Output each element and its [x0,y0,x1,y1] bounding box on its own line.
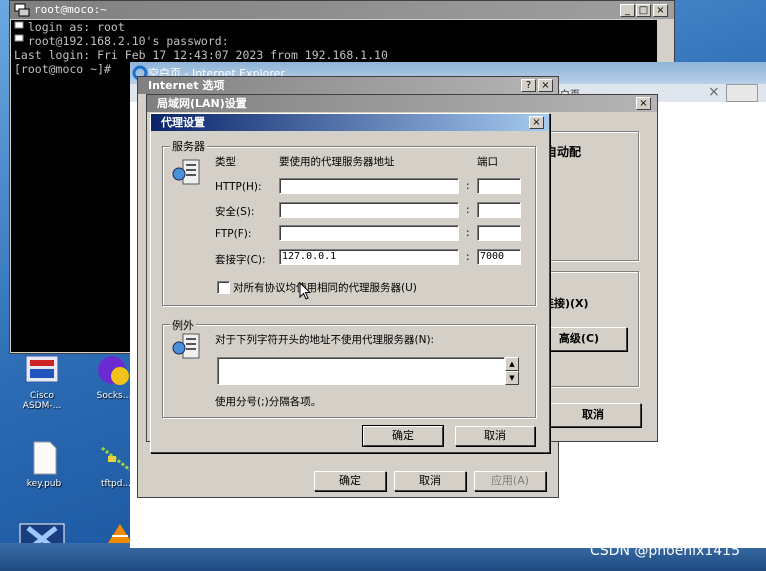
same-proxy-checkbox[interactable] [217,281,230,294]
cancel-button[interactable]: 取消 [394,471,466,491]
servers-group-legend: 服务器 [170,138,207,154]
exceptions-hint: 使用分号(;)分隔各项。 [215,396,322,408]
secure-address-input[interactable] [279,202,459,218]
colon-separator: : [466,204,470,216]
port-column-header: 端口 [477,156,498,168]
apply-button[interactable]: 应用(A) [474,471,546,491]
putty-icon [14,3,30,17]
ftp-port-input[interactable] [477,225,521,241]
type-column-header: 类型 [215,156,236,168]
desktop-icon-cisco[interactable]: Cisco ASDM-... [14,352,70,411]
proxy-settings-title: 代理设置 [161,116,205,129]
lan-settings-titlebar[interactable]: 局域网(LAN)设置 [147,95,657,112]
desktop-icon-label: key.pub [26,479,62,489]
close-button[interactable]: × [653,4,668,17]
proxy-settings-dialog[interactable]: 代理设置 × 服务器 类型 要使用的代理服务器地址 端口 HTTP(H): : … [150,113,550,453]
exceptions-scrollbar[interactable]: ▲ ▼ [505,357,519,385]
mouse-cursor-icon [299,282,312,300]
socks-address-input[interactable]: 127.0.0.1 [279,249,459,265]
close-button[interactable]: × [538,79,553,92]
auto-config-label: 自动配 [545,145,582,159]
colon-separator: : [466,251,470,263]
terminal-line: login as: root [14,20,125,34]
exceptions-description: 对于下列字符开头的地址不使用代理服务器(N): [215,334,435,346]
proxy-settings-titlebar[interactable]: 代理设置 [151,114,549,131]
file-icon [33,441,57,475]
network-computer-icon [172,159,200,185]
secure-label: 安全(S): [215,206,255,218]
ok-button[interactable]: 确定 [314,471,386,491]
terminal-line: root@192.168.2.10's password: [14,34,229,48]
exceptions-input[interactable] [217,357,505,385]
address-column-header: 要使用的代理服务器地址 [279,156,395,168]
terminal-line: Last login: Fri Feb 17 12:43:07 2023 fro… [14,48,388,62]
ie-new-tab-button[interactable] [726,84,758,102]
putty-small-icon [14,21,24,42]
help-button[interactable]: ? [521,79,536,92]
terminal-titlebar[interactable]: root@moco:~ _ □ × [10,1,674,19]
colon-separator: : [466,227,470,239]
scroll-down-icon[interactable]: ▼ [505,371,519,385]
http-address-input[interactable] [279,178,459,194]
http-port-input[interactable] [477,178,521,194]
ie-tab-close-icon[interactable]: × [708,84,720,100]
minimize-button[interactable]: _ [620,4,635,17]
scroll-up-icon[interactable]: ▲ [505,357,519,371]
lan-settings-title: 局域网(LAN)设置 [157,97,247,110]
socks-label: 套接字(C): [215,254,266,266]
ftp-address-input[interactable] [279,225,459,241]
network-computer-icon [172,333,200,359]
secure-port-input[interactable] [477,202,521,218]
http-label: HTTP(H): [215,181,262,193]
desktop-icon-label: Cisco ASDM-... [22,391,62,411]
cancel-button[interactable]: 取消 [455,426,535,446]
same-proxy-label[interactable]: 对所有协议均使用相同的代理服务器(U) [233,280,417,295]
maximize-button[interactable]: □ [636,4,651,17]
socks-port-input[interactable]: 7000 [477,249,521,265]
close-button[interactable]: × [529,116,544,129]
cisco-app-icon [25,355,59,383]
internet-options-titlebar[interactable]: Internet 选项 [138,77,558,94]
close-button[interactable]: × [636,97,651,110]
desktop-icon-keypub[interactable]: key.pub [16,440,72,489]
exceptions-group-legend: 例外 [170,317,196,333]
cancel-button[interactable]: 取消 [545,403,641,427]
terminal-title: root@moco:~ [34,3,107,16]
ok-button[interactable]: 确定 [362,425,444,447]
ftp-label: FTP(F): [215,228,252,240]
internet-options-title: Internet 选项 [148,79,225,92]
colon-separator: : [466,180,470,192]
